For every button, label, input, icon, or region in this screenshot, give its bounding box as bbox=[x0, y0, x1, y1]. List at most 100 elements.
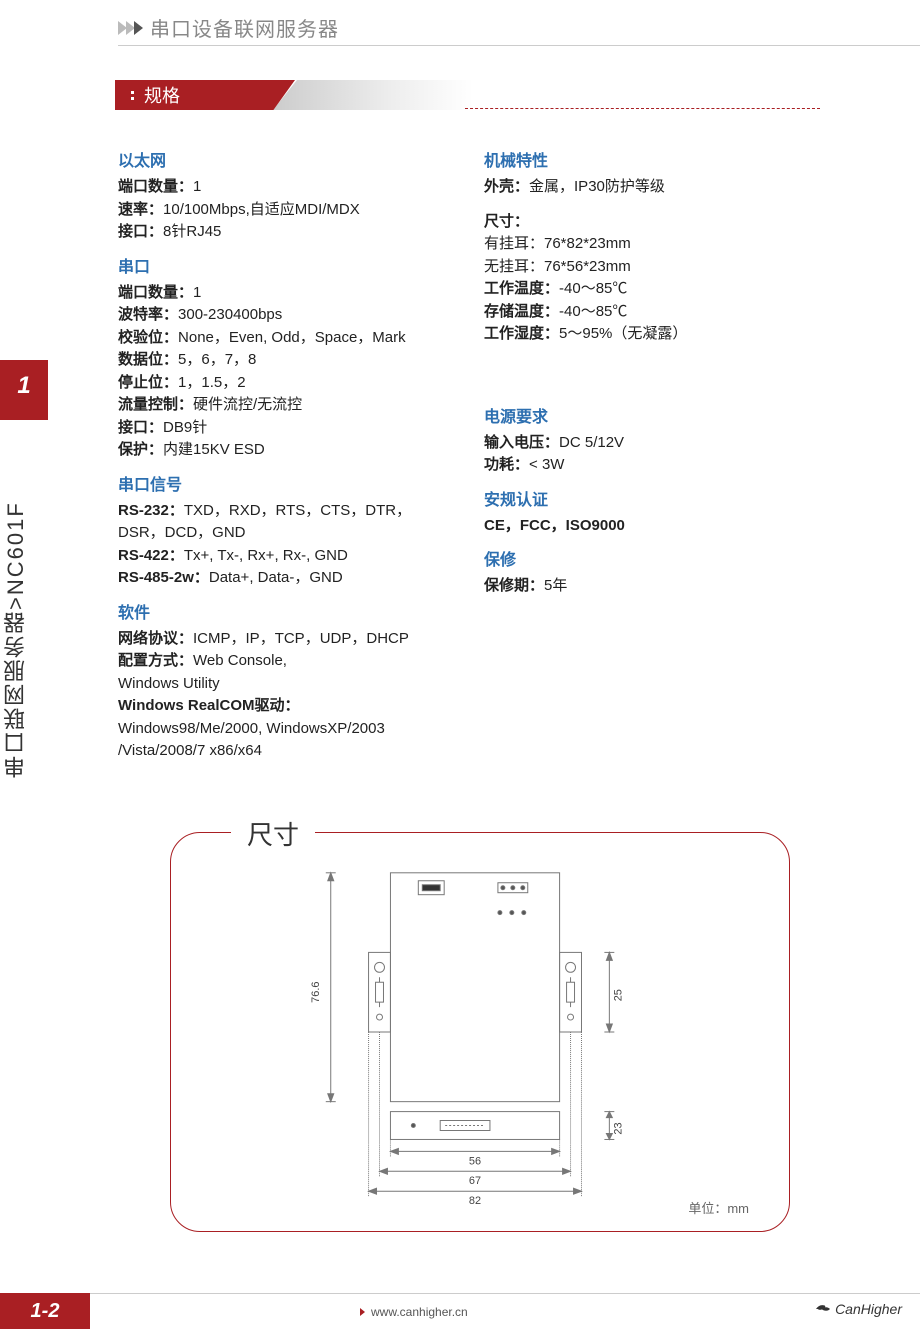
warranty-heading: 保修 bbox=[484, 549, 820, 573]
spec-label: 工作湿度： bbox=[484, 325, 559, 342]
mech-heading: 机械特性 bbox=[484, 150, 820, 174]
ethernet-heading: 以太网 bbox=[118, 150, 454, 174]
spec-value: 金属，IP30防护等级 bbox=[529, 178, 665, 195]
spec-line: 功耗：< 3W bbox=[484, 454, 820, 477]
spec-label: 外壳： bbox=[484, 178, 529, 195]
spec-line: RS-485-2w：Data+, Data-，GND bbox=[118, 567, 454, 590]
dimension-drawing: 76.6 25 23 56 67 82 bbox=[171, 833, 789, 1231]
spec-value: Tx+, Tx-, Rx+, Rx-, GND bbox=[184, 547, 348, 564]
spec-label: 工作温度： bbox=[484, 280, 559, 297]
serial-heading: 串口 bbox=[118, 256, 454, 280]
spec-line: 端口数量：1 bbox=[118, 176, 454, 199]
banner-red: 规格 bbox=[115, 80, 295, 110]
banner-title: 规格 bbox=[144, 82, 180, 108]
spec-value: ICMP，IP，TCP，UDP，DHCP bbox=[193, 630, 409, 647]
canhigher-logo-icon bbox=[814, 1302, 832, 1316]
chapter-sidebar: 1 串口联网服务器>NC601F bbox=[0, 360, 48, 890]
spec-value: DB9针 bbox=[163, 419, 207, 436]
chapter-number: 1 bbox=[0, 372, 48, 400]
size-heading: 尺寸： bbox=[484, 213, 529, 230]
breadcrumb-text: 串口设备联网服务器 bbox=[150, 13, 339, 42]
spec-value: CE，FCC，ISO9000 bbox=[484, 517, 625, 534]
spec-line: 流量控制：硬件流控/无流控 bbox=[118, 394, 454, 417]
spec-label: 数据位： bbox=[118, 351, 178, 368]
spec-label: 速率： bbox=[118, 201, 163, 218]
spec-label: RS-232： bbox=[118, 502, 184, 519]
spec-line: 有挂耳：76*82*23mm bbox=[484, 233, 820, 256]
spec-value: -40～85℃ bbox=[559, 280, 627, 297]
dim-depth: 23 bbox=[612, 1122, 624, 1134]
spec-line: 输入电压：DC 5/12V bbox=[484, 432, 820, 455]
spec-value: Web Console, bbox=[193, 652, 287, 669]
spec-value: None，Even, Odd，Space，Mark bbox=[178, 329, 406, 346]
chevron-icon bbox=[134, 21, 143, 35]
spec-line: Windows RealCOM驱动： bbox=[118, 695, 454, 718]
cert-heading: 安规认证 bbox=[484, 489, 820, 513]
dim-82: 82 bbox=[469, 1195, 481, 1207]
page-footer: 1-2 www.canhigher.cn CanHigher bbox=[0, 1285, 920, 1329]
specs-content: 以太网 端口数量：1 速率：10/100Mbps,自适应MDI/MDX 接口：8… bbox=[118, 150, 820, 763]
spec-line: 工作湿度：5～95%（无凝露） bbox=[484, 323, 820, 346]
spec-label: 校验位： bbox=[118, 329, 178, 346]
spec-line: RS-422：Tx+, Tx-, Rx+, Rx-, GND bbox=[118, 545, 454, 568]
spec-value: 1 bbox=[193, 284, 201, 301]
triangle-icon bbox=[360, 1308, 365, 1316]
left-column: 以太网 端口数量：1 速率：10/100Mbps,自适应MDI/MDX 接口：8… bbox=[118, 150, 454, 763]
spec-line: Windows98/Me/2000, WindowsXP/2003 bbox=[118, 718, 454, 741]
spec-value: -40～85℃ bbox=[559, 303, 627, 320]
spec-label: 保修期： bbox=[484, 577, 544, 594]
spec-label: 配置方式： bbox=[118, 652, 193, 669]
dim-height: 76.6 bbox=[310, 982, 322, 1003]
spec-label: 流量控制： bbox=[118, 396, 193, 413]
spec-label: 波特率： bbox=[118, 306, 178, 323]
section-banner: 规格 bbox=[115, 80, 820, 116]
spec-value: 300-230400bps bbox=[178, 306, 282, 323]
chevron-icons bbox=[118, 21, 142, 35]
spec-label: 功耗： bbox=[484, 456, 529, 473]
dim-56: 56 bbox=[469, 1155, 481, 1167]
spec-value: 5～95%（无凝露） bbox=[559, 325, 687, 342]
software-heading: 软件 bbox=[118, 602, 454, 626]
spec-line: 外壳：金属，IP30防护等级 bbox=[484, 176, 820, 199]
spec-line: 波特率：300-230400bps bbox=[118, 304, 454, 327]
spec-line: 停止位：1，1.5，2 bbox=[118, 372, 454, 395]
spec-label: 保护： bbox=[118, 441, 163, 458]
spec-line: Windows Utility bbox=[118, 673, 454, 696]
spec-label: 存储温度： bbox=[484, 303, 559, 320]
spec-value: 5，6，7，8 bbox=[178, 351, 256, 368]
spec-line: RS-232：TXD，RXD，RTS，CTS，DTR，DSR，DCD，GND bbox=[118, 500, 454, 545]
dim-ear: 25 bbox=[612, 989, 624, 1001]
dimension-diagram: 尺寸 bbox=[170, 832, 790, 1232]
diagram-title: 尺寸 bbox=[231, 815, 315, 852]
power-heading: 电源要求 bbox=[484, 406, 820, 430]
spec-line: 网络协议：ICMP，IP，TCP，UDP，DHCP bbox=[118, 628, 454, 651]
spec-line: 接口：8针RJ45 bbox=[118, 221, 454, 244]
spec-label: Windows RealCOM驱动： bbox=[118, 697, 300, 714]
spec-line: 无挂耳：76*56*23mm bbox=[484, 256, 820, 279]
breadcrumb-header: 串口设备联网服务器 bbox=[118, 16, 920, 46]
spec-label: RS-422： bbox=[118, 547, 184, 564]
spec-value: 5年 bbox=[544, 577, 567, 594]
footer-url: www.canhigher.cn bbox=[371, 1305, 468, 1319]
spec-line: 存储温度：-40～85℃ bbox=[484, 301, 820, 324]
spec-value: Data+, Data-，GND bbox=[209, 569, 343, 586]
spec-value: 内建15KV ESD bbox=[163, 441, 265, 458]
spec-label: 端口数量： bbox=[118, 178, 193, 195]
spec-line: 尺寸： bbox=[484, 211, 820, 234]
spec-line: /Vista/2008/7 x86/x64 bbox=[118, 740, 454, 763]
spec-line: CE，FCC，ISO9000 bbox=[484, 515, 820, 538]
diagram-unit: 单位：mm bbox=[688, 1198, 749, 1217]
spec-label: 接口： bbox=[118, 223, 163, 240]
dim-67: 67 bbox=[469, 1175, 481, 1187]
spec-line: 保护：内建15KV ESD bbox=[118, 439, 454, 462]
footer-line: www.canhigher.cn bbox=[90, 1293, 920, 1329]
dots-icon bbox=[131, 91, 134, 100]
brand-text: CanHigher bbox=[835, 1301, 902, 1317]
spec-label: 网络协议： bbox=[118, 630, 193, 647]
spec-line: 保修期：5年 bbox=[484, 575, 820, 598]
spec-label: 停止位： bbox=[118, 374, 178, 391]
spec-value: 8针RJ45 bbox=[163, 223, 221, 240]
spec-label: 接口： bbox=[118, 419, 163, 436]
spec-value: 1 bbox=[193, 178, 201, 195]
right-column: 机械特性 外壳：金属，IP30防护等级 尺寸： 有挂耳：76*82*23mm 无… bbox=[484, 150, 820, 763]
